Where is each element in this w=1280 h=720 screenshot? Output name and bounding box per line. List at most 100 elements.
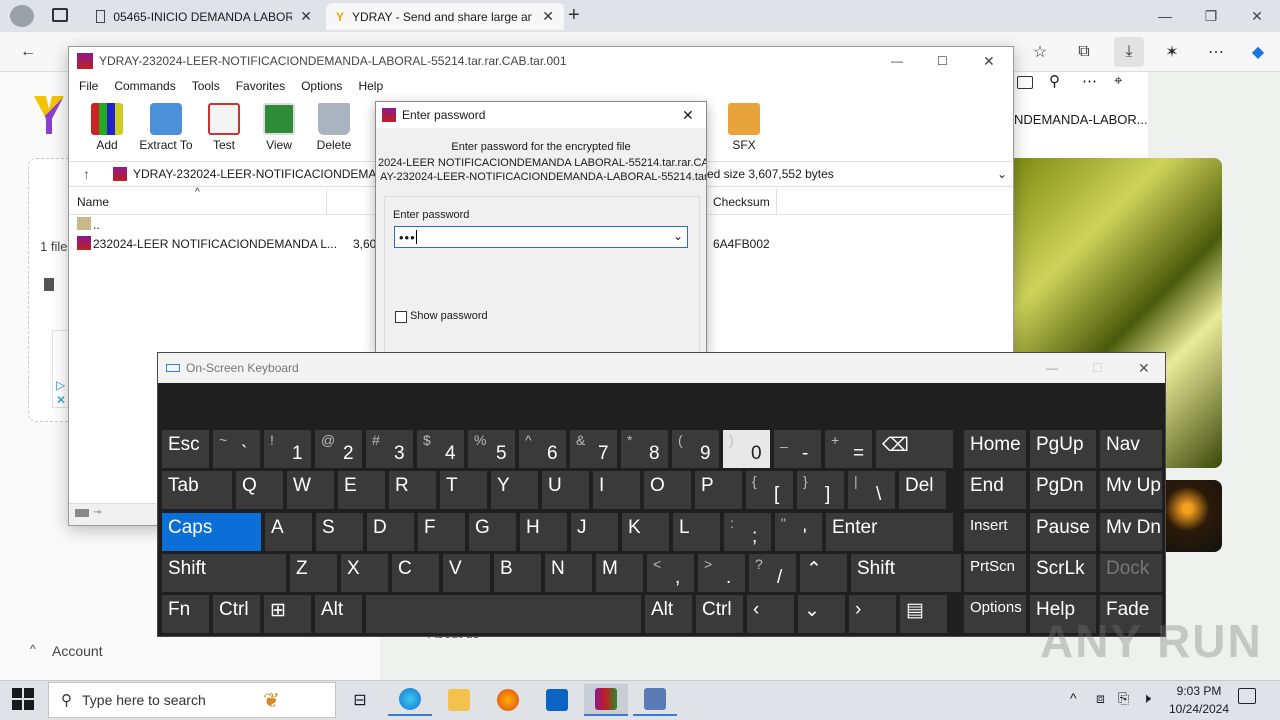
key-s[interactable]: S: [316, 513, 363, 551]
key-l[interactable]: L: [673, 513, 720, 551]
pin-icon[interactable]: ⌖: [1114, 72, 1122, 89]
download-filename[interactable]: NDEMANDA-LABOR...: [1014, 112, 1148, 127]
search-icon[interactable]: ⚲: [1049, 72, 1060, 90]
maximize-icon[interactable]: ☐: [937, 54, 948, 68]
key-z[interactable]: Z: [290, 554, 337, 592]
delete-button[interactable]: Delete: [307, 103, 361, 152]
key-mv-up[interactable]: Mv Up: [1100, 471, 1162, 509]
key-t[interactable]: T: [440, 471, 487, 509]
menu-favorites[interactable]: Favorites: [228, 79, 293, 93]
key-x[interactable]: X: [341, 554, 388, 592]
tab-ydray[interactable]: Y YDRAY - Send and share large an ✕: [326, 3, 564, 30]
folder-icon[interactable]: [1017, 76, 1033, 89]
more-icon[interactable]: ⋯: [1082, 72, 1097, 90]
key-nav[interactable]: Nav: [1100, 430, 1162, 468]
key-=[interactable]: + =: [825, 430, 872, 468]
winrar-taskbar-button[interactable]: [584, 684, 628, 716]
column-name[interactable]: Name: [77, 195, 109, 209]
key-o[interactable]: O: [644, 471, 691, 509]
address-path[interactable]: YDRAY-232024-LEER-NOTIFICACIONDEMA: [133, 167, 376, 181]
key-;[interactable]: :;: [724, 513, 771, 551]
key-j[interactable]: J: [571, 513, 618, 551]
key-q[interactable]: Q: [236, 471, 283, 509]
key-pause[interactable]: Pause: [1030, 513, 1096, 551]
copilot-icon[interactable]: ◆: [1246, 40, 1270, 64]
key-space[interactable]: [366, 595, 641, 633]
key-alt[interactable]: Alt: [315, 595, 362, 633]
sfx-button[interactable]: SFX: [717, 103, 771, 152]
key-shift[interactable]: Shift: [851, 554, 961, 592]
key-options[interactable]: Options: [964, 595, 1026, 633]
key-alt[interactable]: Alt: [645, 595, 692, 633]
menu-options[interactable]: Options: [293, 79, 350, 93]
key-backspace-icon[interactable]: ⌫: [876, 430, 953, 468]
key-4[interactable]: $4: [417, 430, 464, 468]
key-2[interactable]: @2: [315, 430, 362, 468]
key-5[interactable]: % 5: [468, 430, 515, 468]
menu-commands[interactable]: Commands: [106, 79, 183, 93]
account-link[interactable]: Account: [52, 643, 103, 659]
key-/[interactable]: ? /: [749, 554, 796, 592]
key-d[interactable]: D: [367, 513, 414, 551]
osk-taskbar-button[interactable]: [633, 684, 677, 716]
back-icon[interactable]: ←: [16, 40, 40, 64]
key-m[interactable]: M: [596, 554, 643, 592]
dialog-close-icon[interactable]: ✕: [682, 107, 694, 124]
downloads-icon[interactable]: ⤓: [1114, 37, 1144, 67]
tray-chevron-icon[interactable]: ^: [1070, 690, 1077, 706]
password-dropdown-icon[interactable]: ⌄: [673, 229, 683, 243]
firefox-taskbar-button[interactable]: [486, 684, 530, 716]
profile-icon[interactable]: [10, 5, 34, 27]
key-fn[interactable]: Fn: [162, 595, 209, 633]
key-ctrl[interactable]: Ctrl: [213, 595, 260, 633]
key-`[interactable]: ~ `: [213, 430, 260, 468]
add-button[interactable]: Add: [80, 103, 134, 152]
close-tab-icon[interactable]: ✕: [300, 8, 312, 25]
key-up-arrow-icon[interactable]: ⌃: [800, 554, 847, 592]
key-.[interactable]: >.: [698, 554, 745, 592]
clock-time[interactable]: 9:03 PM: [1174, 684, 1224, 698]
key-enter[interactable]: Enter: [826, 513, 953, 551]
address-dropdown-icon[interactable]: ⌄: [997, 167, 1007, 181]
menu-help[interactable]: Help: [350, 79, 391, 93]
key-i[interactable]: I: [593, 471, 640, 509]
key-e[interactable]: E: [338, 471, 385, 509]
column-checksum[interactable]: Checksum: [713, 195, 770, 209]
key-f[interactable]: F: [418, 513, 465, 551]
close-icon[interactable]: ✕: [1138, 360, 1150, 377]
ad-play-icon[interactable]: ▷: [56, 378, 65, 392]
network-icon[interactable]: ⎘: [1118, 690, 1129, 707]
minimize-icon[interactable]: —: [1046, 361, 1058, 375]
clock-date[interactable]: 10/24/2024: [1164, 702, 1234, 716]
explorer-taskbar-button[interactable]: [437, 684, 481, 716]
extensions-icon[interactable]: ✶: [1160, 40, 1184, 64]
key-left-arrow-icon[interactable]: ‹: [747, 595, 794, 633]
key-v[interactable]: V: [443, 554, 490, 592]
key-prtscn[interactable]: PrtScn: [964, 554, 1026, 592]
key-k[interactable]: K: [622, 513, 669, 551]
edge-taskbar-button[interactable]: [388, 684, 432, 716]
new-tab-button[interactable]: +: [568, 4, 580, 27]
key-home[interactable]: Home: [964, 430, 1026, 468]
close-tab-icon[interactable]: ✕: [542, 8, 554, 25]
key-9[interactable]: (9: [672, 430, 719, 468]
up-arrow-icon[interactable]: ↑: [83, 166, 113, 182]
key-'[interactable]: " ': [775, 513, 822, 551]
menu-file[interactable]: File: [71, 79, 106, 93]
key-down-arrow-icon[interactable]: ⌄: [798, 595, 845, 633]
key-mv-dn[interactable]: Mv Dn: [1100, 513, 1162, 551]
key-h[interactable]: H: [520, 513, 567, 551]
key-8[interactable]: * 8: [621, 430, 668, 468]
key-][interactable]: }]: [797, 471, 844, 509]
maximize-icon[interactable]: ☐: [1092, 361, 1103, 375]
key-u[interactable]: U: [542, 471, 589, 509]
key-esc[interactable]: Esc: [162, 430, 209, 468]
key-end[interactable]: End: [964, 471, 1026, 509]
key-right-arrow-icon[interactable]: ›: [849, 595, 896, 633]
minimize-icon[interactable]: —: [891, 54, 903, 68]
key-7[interactable]: & 7: [570, 430, 617, 468]
test-button[interactable]: Test: [197, 103, 251, 152]
tab-inicio-demanda[interactable]: 05465-INICIO DEMANDA LABORAL ✕: [86, 3, 322, 30]
close-window-icon[interactable]: ✕: [1234, 4, 1280, 28]
close-icon[interactable]: ✕: [983, 53, 995, 70]
